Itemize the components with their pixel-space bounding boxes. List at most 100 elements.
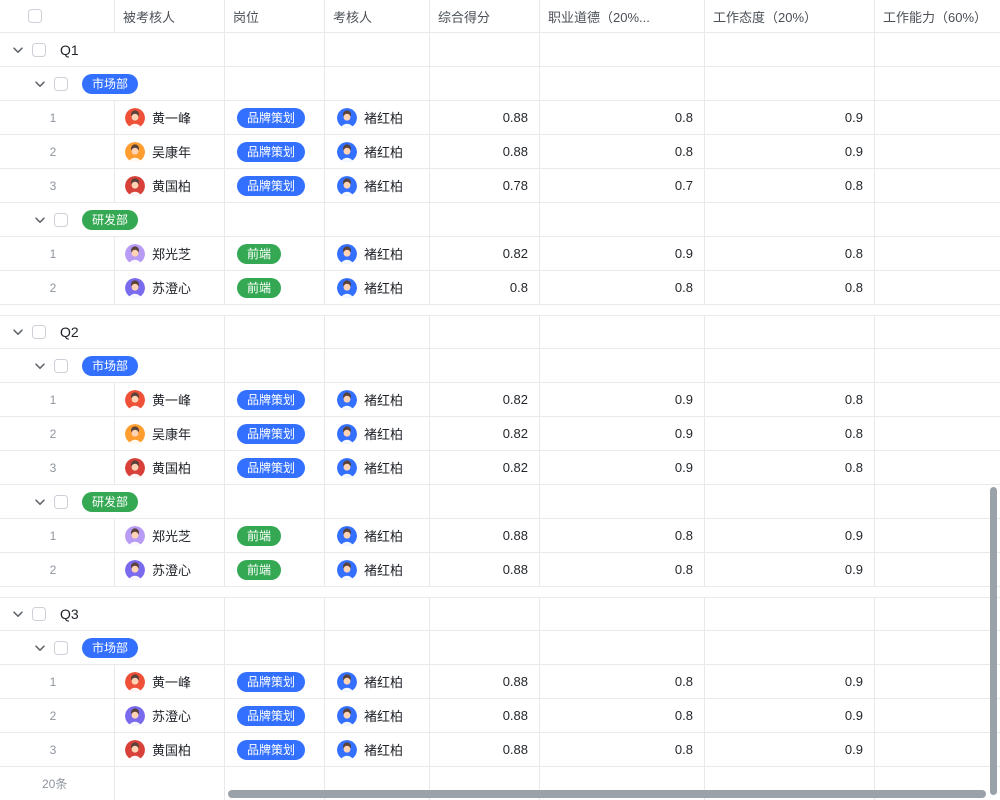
column-header-attitude[interactable]: 工作态度（20%） bbox=[705, 0, 875, 32]
collapse-chevron-icon[interactable] bbox=[32, 358, 48, 374]
evaluator-cell[interactable]: 褚红柏 bbox=[325, 135, 430, 168]
person-cell[interactable]: 黄国柏 bbox=[115, 169, 225, 202]
attitude-cell[interactable]: 0.9 bbox=[705, 553, 875, 586]
evaluator-cell[interactable]: 褚红柏 bbox=[325, 665, 430, 698]
attitude-cell[interactable]: 0.8 bbox=[705, 383, 875, 416]
group-checkbox[interactable] bbox=[54, 495, 68, 509]
score-cell[interactable]: 0.88 bbox=[430, 135, 540, 168]
attitude-cell[interactable]: 0.8 bbox=[705, 451, 875, 484]
position-cell[interactable]: 品牌策划 bbox=[225, 451, 325, 484]
score-cell[interactable]: 0.88 bbox=[430, 665, 540, 698]
position-cell[interactable]: 品牌策划 bbox=[225, 417, 325, 450]
group-checkbox[interactable] bbox=[32, 607, 46, 621]
ability-cell[interactable] bbox=[875, 101, 1000, 134]
position-cell[interactable]: 前端 bbox=[225, 519, 325, 552]
ethics-cell[interactable]: 0.8 bbox=[540, 665, 705, 698]
person-cell[interactable]: 黄国柏 bbox=[115, 451, 225, 484]
ethics-cell[interactable]: 0.8 bbox=[540, 699, 705, 732]
ethics-cell[interactable]: 0.8 bbox=[540, 271, 705, 304]
ability-cell[interactable] bbox=[875, 383, 1000, 416]
ability-cell[interactable] bbox=[875, 733, 1000, 766]
evaluator-cell[interactable]: 褚红柏 bbox=[325, 383, 430, 416]
attitude-cell[interactable]: 0.9 bbox=[705, 733, 875, 766]
score-cell[interactable]: 0.88 bbox=[430, 699, 540, 732]
column-header-person[interactable]: 被考核人 bbox=[115, 0, 225, 32]
ethics-cell[interactable]: 0.9 bbox=[540, 417, 705, 450]
ethics-cell[interactable]: 0.8 bbox=[540, 101, 705, 134]
person-cell[interactable]: 黄一峰 bbox=[115, 383, 225, 416]
evaluator-cell[interactable]: 褚红柏 bbox=[325, 101, 430, 134]
evaluator-cell[interactable]: 褚红柏 bbox=[325, 519, 430, 552]
person-cell[interactable]: 苏澄心 bbox=[115, 553, 225, 586]
position-cell[interactable]: 品牌策划 bbox=[225, 665, 325, 698]
collapse-chevron-icon[interactable] bbox=[10, 606, 26, 622]
collapse-chevron-icon[interactable] bbox=[32, 212, 48, 228]
position-cell[interactable]: 品牌策划 bbox=[225, 169, 325, 202]
group-checkbox[interactable] bbox=[32, 43, 46, 57]
score-cell[interactable]: 0.88 bbox=[430, 553, 540, 586]
group-checkbox[interactable] bbox=[54, 359, 68, 373]
position-cell[interactable]: 前端 bbox=[225, 237, 325, 270]
vertical-scrollbar-thumb[interactable] bbox=[990, 487, 997, 795]
column-header-score[interactable]: 综合得分 bbox=[430, 0, 540, 32]
person-cell[interactable]: 苏澄心 bbox=[115, 271, 225, 304]
ethics-cell[interactable]: 0.9 bbox=[540, 451, 705, 484]
attitude-cell[interactable]: 0.9 bbox=[705, 699, 875, 732]
column-header-evaluator[interactable]: 考核人 bbox=[325, 0, 430, 32]
score-cell[interactable]: 0.88 bbox=[430, 101, 540, 134]
person-cell[interactable]: 郑光芝 bbox=[115, 519, 225, 552]
evaluator-cell[interactable]: 褚红柏 bbox=[325, 417, 430, 450]
group-checkbox[interactable] bbox=[54, 641, 68, 655]
ability-cell[interactable] bbox=[875, 699, 1000, 732]
ability-cell[interactable] bbox=[875, 553, 1000, 586]
ability-cell[interactable] bbox=[875, 135, 1000, 168]
collapse-chevron-icon[interactable] bbox=[32, 640, 48, 656]
person-cell[interactable]: 吴康年 bbox=[115, 417, 225, 450]
collapse-chevron-icon[interactable] bbox=[32, 494, 48, 510]
ability-cell[interactable] bbox=[875, 169, 1000, 202]
group-checkbox[interactable] bbox=[32, 325, 46, 339]
ethics-cell[interactable]: 0.8 bbox=[540, 553, 705, 586]
ethics-cell[interactable]: 0.9 bbox=[540, 383, 705, 416]
group-checkbox[interactable] bbox=[54, 213, 68, 227]
evaluator-cell[interactable]: 褚红柏 bbox=[325, 699, 430, 732]
attitude-cell[interactable]: 0.8 bbox=[705, 271, 875, 304]
attitude-cell[interactable]: 0.9 bbox=[705, 135, 875, 168]
position-cell[interactable]: 前端 bbox=[225, 553, 325, 586]
person-cell[interactable]: 黄一峰 bbox=[115, 101, 225, 134]
attitude-cell[interactable]: 0.9 bbox=[705, 519, 875, 552]
collapse-chevron-icon[interactable] bbox=[10, 324, 26, 340]
attitude-cell[interactable]: 0.8 bbox=[705, 169, 875, 202]
score-cell[interactable]: 0.82 bbox=[430, 237, 540, 270]
ability-cell[interactable] bbox=[875, 271, 1000, 304]
evaluator-cell[interactable]: 褚红柏 bbox=[325, 553, 430, 586]
ability-cell[interactable] bbox=[875, 237, 1000, 270]
ethics-cell[interactable]: 0.8 bbox=[540, 519, 705, 552]
ability-cell[interactable] bbox=[875, 451, 1000, 484]
collapse-chevron-icon[interactable] bbox=[10, 42, 26, 58]
ability-cell[interactable] bbox=[875, 665, 1000, 698]
score-cell[interactable]: 0.82 bbox=[430, 383, 540, 416]
evaluator-cell[interactable]: 褚红柏 bbox=[325, 271, 430, 304]
ethics-cell[interactable]: 0.9 bbox=[540, 237, 705, 270]
evaluator-cell[interactable]: 褚红柏 bbox=[325, 237, 430, 270]
person-cell[interactable]: 黄国柏 bbox=[115, 733, 225, 766]
person-cell[interactable]: 郑光芝 bbox=[115, 237, 225, 270]
score-cell[interactable]: 0.78 bbox=[430, 169, 540, 202]
attitude-cell[interactable]: 0.8 bbox=[705, 237, 875, 270]
person-cell[interactable]: 苏澄心 bbox=[115, 699, 225, 732]
position-cell[interactable]: 品牌策划 bbox=[225, 699, 325, 732]
select-all-checkbox[interactable] bbox=[28, 9, 42, 23]
position-cell[interactable]: 品牌策划 bbox=[225, 383, 325, 416]
horizontal-scrollbar-thumb[interactable] bbox=[228, 790, 986, 798]
person-cell[interactable]: 吴康年 bbox=[115, 135, 225, 168]
evaluator-cell[interactable]: 褚红柏 bbox=[325, 451, 430, 484]
score-cell[interactable]: 0.82 bbox=[430, 451, 540, 484]
ethics-cell[interactable]: 0.7 bbox=[540, 169, 705, 202]
score-cell[interactable]: 0.88 bbox=[430, 519, 540, 552]
group-checkbox[interactable] bbox=[54, 77, 68, 91]
column-header-ability[interactable]: 工作能力（60%） bbox=[875, 0, 1000, 32]
position-cell[interactable]: 品牌策划 bbox=[225, 135, 325, 168]
ethics-cell[interactable]: 0.8 bbox=[540, 733, 705, 766]
score-cell[interactable]: 0.88 bbox=[430, 733, 540, 766]
